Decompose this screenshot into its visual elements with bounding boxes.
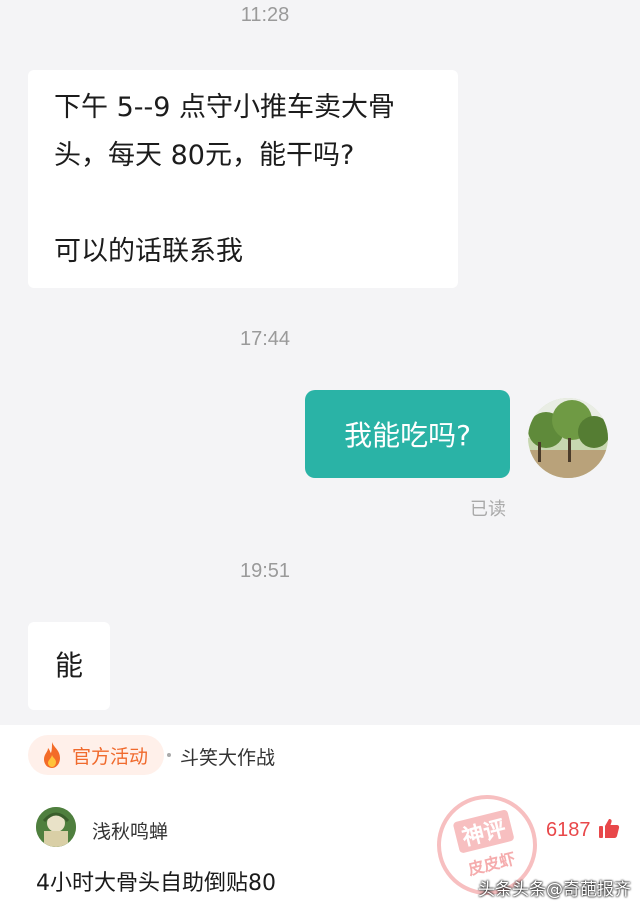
timestamp: 11:28 — [240, 4, 290, 26]
outgoing-message-bubble[interactable]: 我能吃吗? — [305, 390, 510, 478]
activity-bar[interactable]: 官方活动 斗笑大作战 — [0, 725, 640, 785]
message-line: 可以的话联系我 — [54, 236, 243, 267]
comment-text: 4小时大骨头自助倒贴80 — [36, 871, 276, 896]
message-text: 我能吃吗? — [344, 419, 471, 452]
chat-area: 11:28 下午 5--9 点守小推车卖大骨 头，每天 80元，能干吗? 可以的… — [0, 0, 640, 725]
activity-title[interactable]: 斗笑大作战 — [180, 743, 275, 770]
official-activity-badge[interactable]: 官方活动 — [28, 735, 164, 775]
message-line: 下午 5--9 点守小推车卖大骨 — [54, 92, 396, 123]
avatar[interactable] — [528, 398, 608, 478]
message-line: 头，每天 80元，能干吗? — [54, 140, 355, 171]
watermark: 头条头条@奇葩报齐 — [478, 880, 631, 900]
message-text: 能 — [54, 649, 83, 682]
separator-dot — [167, 753, 171, 757]
commenter-avatar[interactable] — [36, 807, 76, 847]
incoming-message-bubble[interactable]: 能 — [28, 622, 110, 710]
commenter-name[interactable]: 浅秋鸣蝉 — [92, 817, 168, 844]
flame-icon — [44, 742, 60, 768]
timestamp: 17:44 — [239, 328, 291, 350]
like-count: 6187 — [546, 819, 591, 841]
timestamp: 19:51 — [239, 560, 291, 582]
message-line — [54, 180, 458, 228]
incoming-message-bubble[interactable]: 下午 5--9 点守小推车卖大骨 头，每天 80元，能干吗? 可以的话联系我 — [28, 70, 458, 288]
thumbs-up-icon[interactable] — [598, 817, 620, 839]
activity-label: 官方活动 — [72, 745, 149, 768]
read-status: 已读 — [470, 499, 506, 520]
